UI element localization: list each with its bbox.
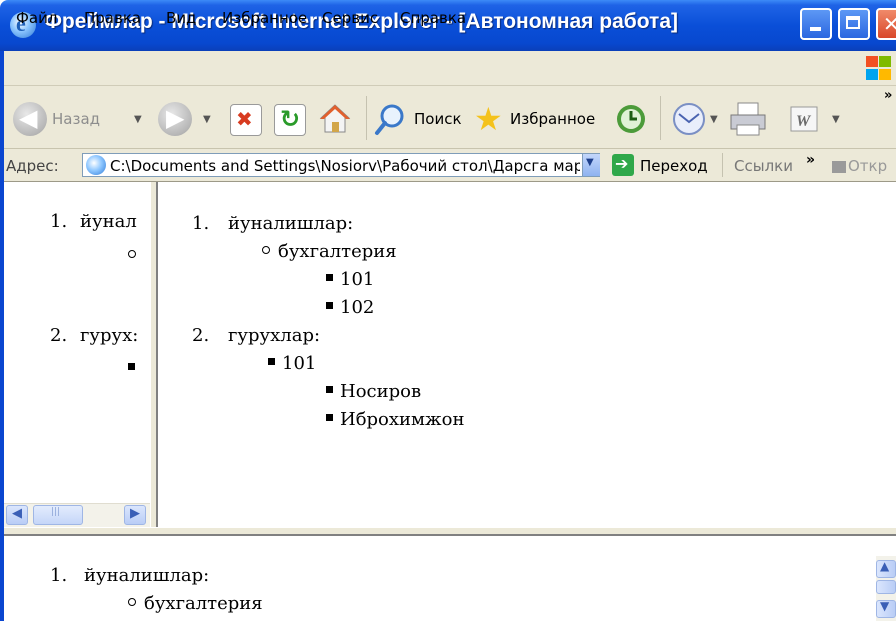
menu-help[interactable]: Справка: [400, 9, 466, 27]
menu-file[interactable]: Файл: [16, 9, 57, 27]
square-bullet-icon: [326, 386, 333, 393]
left-frame: 1. йунал 2. гурух:: [4, 182, 150, 527]
list-item-directions: йуналишлар:: [84, 565, 210, 586]
links-separator: [722, 153, 723, 177]
print-icon[interactable]: [728, 100, 768, 138]
list-num: 1.: [50, 565, 68, 586]
close-button[interactable]: [876, 8, 896, 40]
list-num: 2.: [50, 325, 68, 346]
square-bullet-icon: [326, 414, 333, 421]
circle-bullet-icon: [262, 246, 270, 254]
circle-bullet-icon: [128, 598, 136, 606]
back-button[interactable]: ◀: [13, 102, 47, 136]
list-item-groups: гурух:: [80, 325, 139, 346]
list-item-nosirov: Носиров: [340, 381, 422, 402]
refresh-button[interactable]: [274, 104, 306, 136]
list-num: 1.: [50, 211, 68, 232]
favorites-star-icon[interactable]: ★: [474, 100, 503, 138]
list-item-directions: йуналишлар:: [228, 213, 354, 234]
folder-icon: [832, 160, 846, 173]
square-bullet-icon: [128, 363, 135, 370]
open-link-label: Откр: [848, 157, 888, 175]
toolbar-separator: [366, 96, 367, 140]
mail-icon[interactable]: [672, 102, 708, 136]
scroll-up-button[interactable]: ▲: [876, 559, 896, 578]
square-bullet-icon: [268, 358, 275, 365]
address-dropdown-button[interactable]: [582, 154, 600, 176]
edit-dropdown-icon[interactable]: ▼: [832, 114, 840, 125]
scroll-right-button[interactable]: ▶: [124, 505, 146, 525]
menu-view[interactable]: Вид: [166, 9, 196, 27]
links-label[interactable]: Ссылки: [734, 157, 793, 175]
word-edit-icon[interactable]: W: [788, 104, 820, 134]
square-bullet-icon: [326, 302, 333, 309]
list-num: 1.: [192, 213, 210, 234]
circle-bullet-icon: [128, 250, 136, 258]
list-item-101: 101: [340, 269, 375, 290]
right-frame: 1. йуналишлар: бухгалтерия 101 102 2. гу…: [158, 182, 896, 527]
favorites-button[interactable]: Избранное: [510, 110, 595, 128]
list-item-group-101: 101: [282, 353, 317, 374]
back-label[interactable]: Назад: [52, 110, 100, 128]
links-more-icon[interactable]: »: [806, 152, 815, 168]
menu-edit[interactable]: Правка: [84, 9, 141, 27]
list-item-102: 102: [340, 297, 375, 318]
search-icon[interactable]: [374, 102, 408, 136]
go-button[interactable]: Переход: [640, 157, 708, 175]
arrow-left-icon: ◀: [19, 104, 38, 132]
list-item-accounting: бухгалтерия: [278, 241, 397, 262]
square-bullet-icon: [326, 274, 333, 281]
toolbar-chevron-icon[interactable]: »: [884, 88, 892, 103]
list-num: 2.: [192, 325, 210, 346]
frame-splitter-horizontal[interactable]: [4, 527, 896, 536]
list-item-groups: гурухлар:: [228, 325, 321, 346]
bottom-frame: 1. йуналишлар: бухгалтерия: [4, 536, 896, 621]
scroll-thumb-vertical[interactable]: [876, 580, 896, 594]
address-label: Адрес:: [6, 157, 59, 175]
scroll-down-button[interactable]: ▼: [876, 599, 896, 618]
menu-bar: [4, 51, 896, 86]
go-arrow-icon[interactable]: [612, 154, 634, 176]
menu-favorites[interactable]: Избранное: [222, 9, 307, 27]
back-dropdown-icon[interactable]: ▼: [134, 114, 142, 125]
page-icon: [86, 155, 106, 175]
list-item-directions: йунал: [80, 211, 137, 232]
home-button[interactable]: [318, 102, 352, 136]
list-item-ibrokhimjon: Иброхимжон: [340, 409, 465, 430]
arrow-right-icon: ▶: [166, 104, 185, 132]
forward-button[interactable]: ▶: [158, 102, 192, 136]
frame-splitter-vertical[interactable]: [150, 182, 158, 527]
forward-dropdown-icon[interactable]: ▼: [203, 114, 211, 125]
list-item-accounting: бухгалтерия: [144, 593, 263, 614]
scroll-left-button[interactable]: ◀: [6, 505, 28, 525]
svg-text:W: W: [796, 113, 812, 130]
toolbar-separator-2: [660, 96, 661, 140]
history-icon[interactable]: [614, 102, 648, 136]
menu-tools[interactable]: Сервис: [322, 9, 378, 27]
search-button[interactable]: Поиск: [414, 110, 462, 128]
maximize-button[interactable]: [838, 8, 870, 40]
stop-button[interactable]: [230, 104, 262, 136]
open-link[interactable]: Откр: [832, 157, 887, 175]
windows-flag-icon: [862, 54, 892, 82]
ie-window: Фреймлар - Microsoft Internet Explorer -…: [0, 0, 896, 621]
scroll-thumb[interactable]: [33, 505, 83, 525]
minimize-button[interactable]: [800, 8, 832, 40]
address-value[interactable]: C:\Documents and Settings\Nosiorv\Рабочи…: [110, 157, 580, 175]
mail-dropdown-icon[interactable]: ▼: [710, 114, 718, 125]
